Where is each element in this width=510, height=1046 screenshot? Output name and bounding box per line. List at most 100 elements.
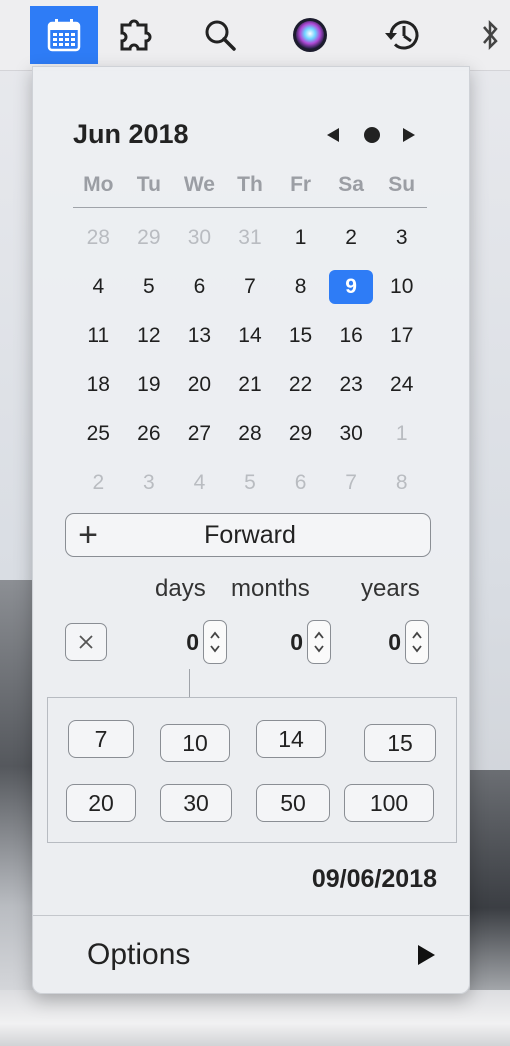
calendar-day[interactable]: 17: [376, 311, 427, 360]
days-stepper: 0: [173, 618, 227, 666]
months-value[interactable]: 0: [277, 629, 303, 656]
plus-icon: +: [78, 516, 98, 554]
divider-tick: [189, 669, 190, 697]
calendar-day[interactable]: 22: [275, 360, 326, 409]
calendar-day[interactable]: 13: [174, 311, 225, 360]
calendar-day[interactable]: 21: [225, 360, 276, 409]
extension-menu-extra[interactable]: [104, 6, 164, 64]
quick-button-50[interactable]: 50: [256, 784, 330, 822]
calendar-day[interactable]: 19: [124, 360, 175, 409]
days-label: days: [155, 575, 206, 602]
calendar-day[interactable]: 3: [124, 458, 175, 507]
weekday-header: Mo Tu We Th Fr Sa Su: [73, 173, 427, 203]
quick-button-20[interactable]: 20: [66, 784, 136, 822]
quick-button-10[interactable]: 10: [160, 724, 230, 762]
calendar-day[interactable]: 29: [275, 409, 326, 458]
bluetooth-icon: [483, 19, 498, 51]
quick-button-15[interactable]: 15: [364, 724, 436, 762]
calendar-day[interactable]: 2: [326, 213, 377, 262]
siri-menu-extra[interactable]: [280, 6, 340, 64]
desktop-background-left: [0, 580, 34, 1046]
calendar-day[interactable]: 6: [275, 458, 326, 507]
years-value[interactable]: 0: [375, 629, 401, 656]
calendar-divider: [73, 207, 427, 208]
weekday-label: Mo: [83, 173, 114, 196]
calendar-day[interactable]: 12: [124, 311, 175, 360]
calendar-day[interactable]: 5: [124, 262, 175, 311]
months-stepper-arrows[interactable]: [307, 620, 331, 664]
quick-button-100[interactable]: 100: [344, 784, 434, 822]
calendar-day[interactable]: 4: [174, 458, 225, 507]
calendar-day[interactable]: 2: [73, 458, 124, 507]
siri-icon: [293, 18, 327, 52]
bluetooth-menu-extra[interactable]: [470, 6, 510, 64]
stepper-arrows-icon: [314, 631, 324, 653]
month-title: Jun 2018: [73, 119, 189, 149]
quick-button-7[interactable]: 7: [68, 720, 134, 758]
calendar-icon: [47, 19, 81, 52]
calendar-day[interactable]: 28: [225, 409, 276, 458]
days-value[interactable]: 0: [173, 629, 199, 656]
calendar-day[interactable]: 15: [275, 311, 326, 360]
calendar-day[interactable]: 25: [73, 409, 124, 458]
menu-bar: [0, 0, 510, 71]
calendar-day[interactable]: 30: [174, 213, 225, 262]
calendar-day[interactable]: 1: [376, 409, 427, 458]
calendar-day[interactable]: 11: [73, 311, 124, 360]
calendar-day[interactable]: 23: [326, 360, 377, 409]
calendar-day[interactable]: 28: [73, 213, 124, 262]
months-stepper: 0: [277, 618, 331, 666]
calendar-day[interactable]: 18: [73, 360, 124, 409]
weekday-label: Fr: [290, 173, 312, 196]
dot-icon: [364, 127, 380, 143]
weekday-label: Th: [237, 173, 263, 196]
calendar-day[interactable]: 20: [174, 360, 225, 409]
calendar-day[interactable]: 6: [174, 262, 225, 311]
next-month-button[interactable]: [401, 125, 417, 145]
time-machine-menu-extra[interactable]: [372, 6, 436, 64]
calendar-day[interactable]: 27: [174, 409, 225, 458]
calendar-day[interactable]: 14: [225, 311, 276, 360]
triangle-right-icon: [403, 128, 415, 142]
years-stepper-arrows[interactable]: [405, 620, 429, 664]
spotlight-menu-extra[interactable]: [190, 6, 250, 64]
triangle-left-icon: [327, 128, 339, 142]
options-menu-item[interactable]: Options: [33, 927, 469, 983]
previous-month-button[interactable]: [325, 125, 341, 145]
calendar-day[interactable]: 7: [225, 262, 276, 311]
quick-button-14[interactable]: 14: [256, 720, 326, 758]
calendar-day[interactable]: 3: [376, 213, 427, 262]
calendar-day[interactable]: 5: [225, 458, 276, 507]
calendar-day[interactable]: 30: [326, 409, 377, 458]
calendar-day[interactable]: 31: [225, 213, 276, 262]
calendar-day[interactable]: 29: [124, 213, 175, 262]
weekday-label: Tu: [136, 173, 161, 196]
days-stepper-arrows[interactable]: [203, 620, 227, 664]
calendar-menu-extra[interactable]: [30, 6, 98, 64]
weekday-label: Su: [388, 173, 416, 196]
submenu-arrow-icon: [415, 943, 437, 967]
forward-button[interactable]: + Forward: [65, 513, 431, 557]
stepper-arrows-icon: [412, 631, 422, 653]
options-label: Options: [87, 938, 191, 971]
desktop-background-bottom: [0, 990, 510, 1046]
forward-label: Forward: [204, 520, 296, 549]
calendar-day[interactable]: 10: [376, 262, 427, 311]
weekday-label: We: [183, 173, 215, 196]
calendar-day[interactable]: 7: [326, 458, 377, 507]
calendar-day-selected[interactable]: 9: [326, 262, 377, 311]
calendar-day[interactable]: 26: [124, 409, 175, 458]
calendar-day[interactable]: 24: [376, 360, 427, 409]
calendar-day[interactable]: 16: [326, 311, 377, 360]
calendar-day[interactable]: 8: [275, 262, 326, 311]
options-divider: [33, 915, 469, 916]
calendar-day[interactable]: 4: [73, 262, 124, 311]
time-machine-icon: [385, 20, 419, 50]
calendar-day[interactable]: 8: [376, 458, 427, 507]
clear-button[interactable]: [65, 623, 107, 661]
today-button[interactable]: [361, 125, 383, 145]
close-icon: [79, 635, 93, 649]
quick-button-30[interactable]: 30: [160, 784, 232, 822]
calendar-day[interactable]: 1: [275, 213, 326, 262]
months-label: months: [231, 575, 310, 602]
